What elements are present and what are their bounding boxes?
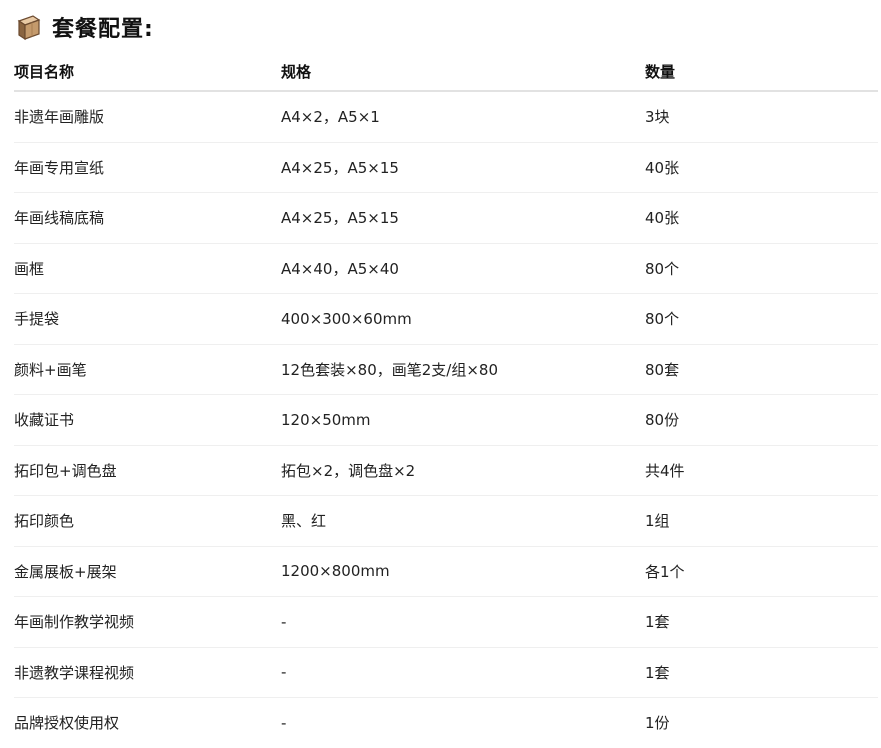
cell-item-name: 非遗教学课程视频 xyxy=(14,647,281,698)
table-row: 画框 A4×40，A5×40 80个 xyxy=(14,243,878,294)
cell-quantity: 1套 xyxy=(645,596,878,648)
column-header-item-name: 项目名称 xyxy=(14,53,281,92)
table-row: 拓印颜色 黑、红 1组 xyxy=(14,495,878,547)
table-row: 非遗年画雕版 A4×2，A5×1 3块 xyxy=(14,91,878,143)
table-row: 品牌授权使用权 - 1份 xyxy=(14,698,878,748)
cell-item-name: 金属展板+展架 xyxy=(14,546,281,597)
cell-spec: - xyxy=(281,713,287,732)
cell-spec: A4×25，A5×15 xyxy=(281,142,645,193)
column-header-quantity: 数量 xyxy=(645,53,878,92)
cell-item-name: 拓印包+调色盘 xyxy=(14,445,281,496)
cell-quantity: 1套 xyxy=(645,647,878,698)
cell-spec: A4×40，A5×40 xyxy=(281,243,645,294)
cell-quantity: 1份 xyxy=(645,714,670,733)
table-row: 非遗教学课程视频 - 1套 xyxy=(14,647,878,698)
cell-item-name: 拓印颜色 xyxy=(14,495,281,547)
column-header-spec: 规格 xyxy=(281,53,645,92)
cell-quantity: 80份 xyxy=(645,394,878,446)
cell-item-name: 品牌授权使用权 xyxy=(14,714,120,733)
cell-quantity: 共4件 xyxy=(645,445,878,496)
cell-item-name: 画框 xyxy=(14,243,281,294)
package-config-table: 项目名称 规格 数量 非遗年画雕版 A4×2，A5×1 3块 年画专用宣纸 A4… xyxy=(14,53,878,748)
cell-spec: 拓包×2，调色盘×2 xyxy=(281,445,645,496)
table-row: 手提袋 400×300×60mm 80个 xyxy=(14,293,878,345)
cell-spec: A4×25，A5×15 xyxy=(281,192,645,244)
cell-spec: - xyxy=(281,647,645,698)
cell-quantity: 40张 xyxy=(645,142,878,193)
cell-spec: 120×50mm xyxy=(281,394,645,446)
cell-spec: 400×300×60mm xyxy=(281,293,645,345)
cell-quantity: 80个 xyxy=(645,293,878,345)
cell-item-name: 年画专用宣纸 xyxy=(14,142,281,193)
cell-item-name: 年画线稿底稿 xyxy=(14,192,281,244)
cell-quantity: 40张 xyxy=(645,192,878,244)
cell-spec: - xyxy=(281,596,645,648)
cell-item-name: 手提袋 xyxy=(14,293,281,345)
table-row: 年画专用宣纸 A4×25，A5×15 40张 xyxy=(14,142,878,193)
cell-item-name: 非遗年画雕版 xyxy=(14,91,281,143)
page-title: 套餐配置: xyxy=(52,17,154,42)
table-row: 颜料+画笔 12色套装×80，画笔2支/组×80 80套 xyxy=(14,344,878,395)
table-header-row: 项目名称 规格 数量 xyxy=(14,53,878,92)
cell-quantity: 3块 xyxy=(645,91,878,143)
table-row: 收藏证书 120×50mm 80份 xyxy=(14,394,878,446)
cell-spec: 12色套装×80，画笔2支/组×80 xyxy=(281,344,645,395)
cell-spec: 黑、红 xyxy=(281,495,645,547)
cell-quantity: 80套 xyxy=(645,344,878,395)
table-row: 年画制作教学视频 - 1套 xyxy=(14,596,878,648)
table-row: 年画线稿底稿 A4×25，A5×15 40张 xyxy=(14,192,878,244)
table-row: 金属展板+展架 1200×800mm 各1个 xyxy=(14,546,878,597)
package-box-icon xyxy=(17,15,41,41)
table-row: 拓印包+调色盘 拓包×2，调色盘×2 共4件 xyxy=(14,445,878,496)
cell-item-name: 颜料+画笔 xyxy=(14,344,281,395)
cell-quantity: 各1个 xyxy=(645,546,878,597)
cell-quantity: 80个 xyxy=(645,243,878,294)
cell-quantity: 1组 xyxy=(645,495,878,547)
cell-item-name: 年画制作教学视频 xyxy=(14,596,281,648)
section-heading: 套餐配置: xyxy=(16,10,154,44)
cell-spec: 1200×800mm xyxy=(281,546,645,597)
cell-spec: A4×2，A5×1 xyxy=(281,91,645,143)
cell-item-name: 收藏证书 xyxy=(14,394,281,446)
